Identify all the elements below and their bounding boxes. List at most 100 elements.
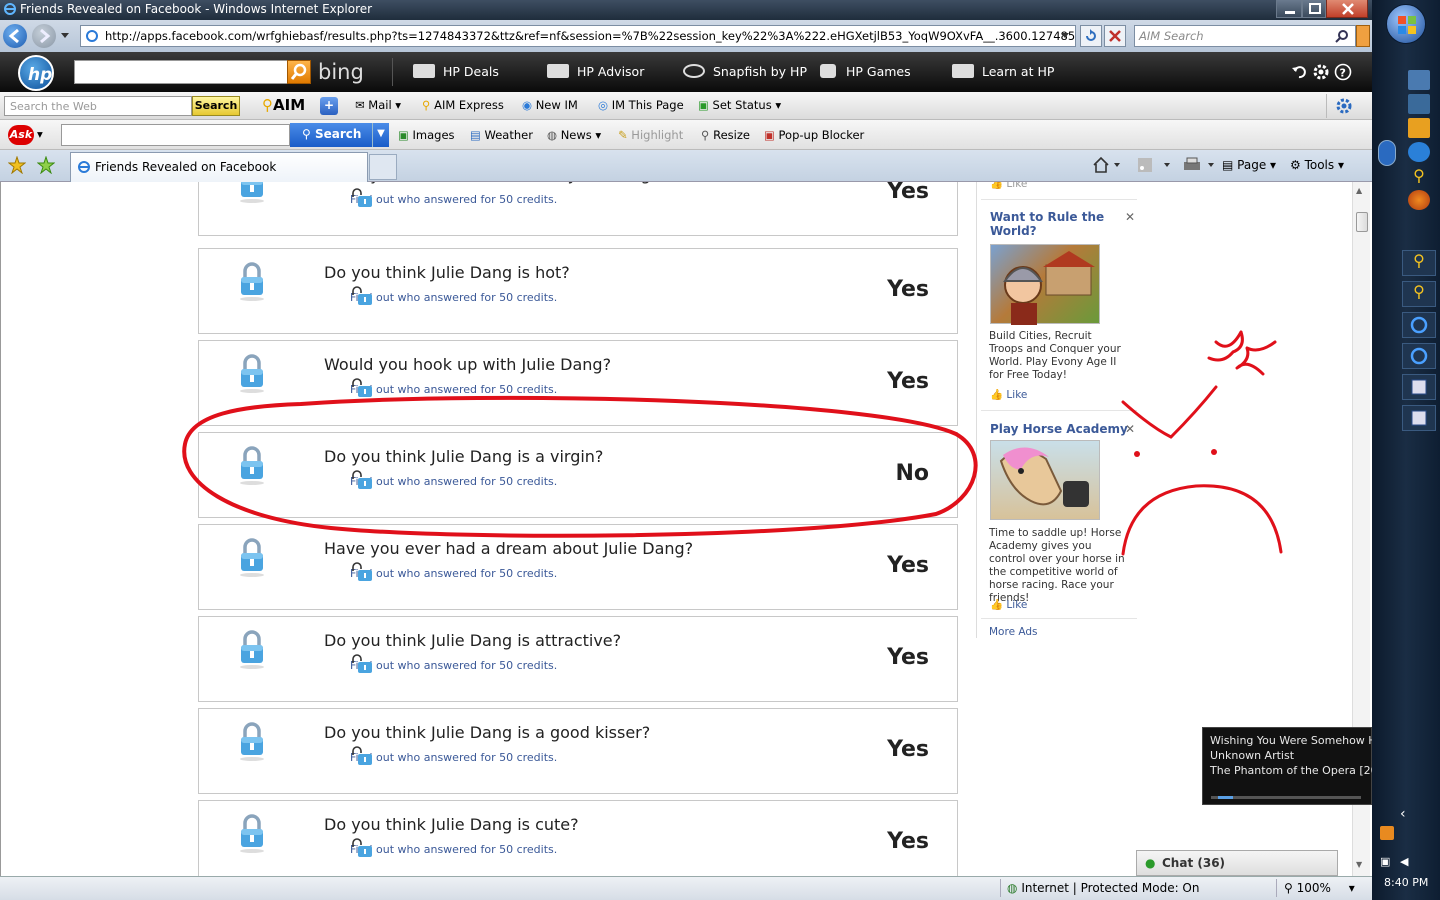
new-im-button[interactable]: ◉ New IM (522, 98, 578, 112)
undo-icon[interactable] (1290, 63, 1308, 81)
aim-icon[interactable]: ⚲ (1408, 166, 1430, 186)
favorites-star-icon[interactable] (8, 156, 26, 174)
tools-menu[interactable]: ⚙ Tools ▾ (1290, 158, 1344, 172)
taskbar-ie-1[interactable] (1402, 312, 1436, 338)
learn-at-hp-link[interactable]: Learn at HP (952, 64, 1054, 79)
taskbar-word-1[interactable] (1402, 374, 1436, 400)
ie-icon[interactable] (1408, 142, 1430, 162)
aim-web-search-input[interactable]: Search the Web (4, 96, 192, 116)
zoom-control[interactable]: ⚲ 100% ▾ (1284, 881, 1355, 895)
aim-search-button[interactable]: Search (192, 96, 240, 116)
ask-logo[interactable]: Ask (8, 125, 34, 145)
refresh-icon (1086, 29, 1096, 41)
highlight-button[interactable]: ✎ Highlight (618, 128, 683, 142)
internet-zone[interactable]: ◍ Internet | Protected Mode: On (1007, 881, 1199, 895)
ask-search-input[interactable] (61, 124, 290, 146)
show-hidden-icons[interactable]: ‹ (1400, 806, 1406, 822)
taskbar-ie-2[interactable] (1402, 343, 1436, 369)
print-icon[interactable] (1182, 156, 1218, 174)
ie-icon (77, 160, 91, 174)
popup-blocker-button[interactable]: ▣ Pop-up Blocker (764, 128, 864, 142)
add-favorite-icon[interactable] (37, 156, 55, 174)
hp-deals-link[interactable]: HP Deals (413, 64, 499, 79)
aim-settings-button[interactable] (1326, 94, 1360, 118)
media-progress-track[interactable] (1211, 796, 1361, 799)
scroll-down-arrow-icon[interactable]: ▼ (1356, 860, 1362, 869)
weather-button[interactable]: ▤ Weather (470, 128, 533, 142)
home-icon[interactable] (1092, 156, 1122, 174)
new-tab-button[interactable] (369, 154, 397, 180)
learn-at-hp-label: Learn at HP (982, 64, 1055, 79)
aim-express-button[interactable]: ⚲ AIM Express (422, 98, 504, 112)
facebook-chat-bar[interactable]: ● Chat (36) (1136, 850, 1338, 876)
zoom-icon: ⚲ (1284, 881, 1293, 895)
media-track-album: The Phantom of the Opera [2004 (1210, 764, 1392, 777)
tray-app-icon[interactable] (1380, 826, 1394, 840)
hp-games-link[interactable]: HP Games (820, 64, 911, 79)
add-icon[interactable]: + (320, 97, 338, 115)
news-label: News (560, 128, 592, 142)
feeds-icon[interactable] (1136, 156, 1172, 174)
address-dropdown[interactable] (1060, 32, 1070, 40)
angry-face-eye-right (1211, 449, 1217, 455)
history-dropdown[interactable] (60, 32, 70, 40)
news-button[interactable]: ◍ News ▾ (547, 128, 601, 142)
page-menu[interactable]: ▤ Page ▾ (1222, 158, 1276, 172)
hp-icon (413, 64, 435, 78)
aim-logo[interactable]: ⚲AIM (262, 96, 305, 114)
stop-button[interactable] (1104, 25, 1126, 47)
refresh-button[interactable] (1080, 25, 1102, 47)
taskbar-aim-1[interactable]: ⚲ (1402, 250, 1436, 276)
minimize-button[interactable] (1276, 0, 1302, 18)
images-button[interactable]: ▣ Images (398, 128, 455, 142)
tray-network-icon[interactable]: ▣ (1380, 855, 1390, 868)
im-this-page-button[interactable]: ◎ IM This Page (598, 98, 684, 112)
set-status-button[interactable]: ▣ Set Status ▾ (698, 98, 781, 112)
images-label: Images (412, 128, 455, 142)
ask-search-button[interactable]: ⚲ Search (290, 123, 372, 147)
page-content: Have you ever had a crush on Julie Dang?… (0, 182, 1372, 876)
aim-search-input[interactable]: AIM Search (1134, 25, 1356, 47)
tools-menu-label: Tools (1304, 158, 1335, 172)
search-options-dropdown[interactable] (1356, 25, 1370, 47)
hp-advisor-link[interactable]: HP Advisor (547, 64, 644, 79)
aim-label: AIM (273, 96, 306, 114)
switch-windows-icon[interactable] (1408, 94, 1430, 114)
scroll-up-arrow-icon[interactable]: ▲ (1356, 186, 1362, 195)
hp-search-input[interactable] (74, 60, 288, 84)
ask-search-dropdown[interactable]: ▼ (372, 123, 389, 147)
mail-button[interactable]: ✉ Mail ▾ (355, 98, 401, 112)
close-button[interactable] (1326, 0, 1368, 18)
show-desktop-icon[interactable] (1408, 70, 1430, 90)
resize-button[interactable]: ⚲ Resize (701, 128, 750, 142)
help-icon[interactable]: ? (1334, 63, 1352, 81)
magnifier-icon: ⚲ (701, 128, 714, 142)
tray-volume-icon[interactable]: ◀ (1400, 855, 1408, 868)
address-input[interactable]: http://apps.facebook.com/wrfghiebasf/res… (80, 25, 1076, 47)
weather-label: Weather (484, 128, 533, 142)
maximize-button[interactable] (1302, 0, 1326, 18)
start-button[interactable] (1386, 4, 1426, 44)
bing-logo: bing (318, 60, 364, 84)
snapfish-link[interactable]: Snapfish by HP (683, 64, 807, 79)
tab-friends-revealed[interactable]: Friends Revealed on Facebook (70, 152, 368, 182)
media-player-popup[interactable]: Wishing You Were Somehow Here Again Unkn… (1202, 727, 1429, 805)
taskbar-word-2[interactable] (1402, 405, 1436, 431)
status-icon: ▣ (698, 98, 713, 112)
clock[interactable]: 8:40 PM (1384, 876, 1428, 889)
title-bar: Friends Revealed on Facebook - Windows I… (0, 0, 1372, 20)
hp-logo[interactable]: hp (18, 55, 54, 91)
pause-button[interactable] (1378, 140, 1396, 166)
search-icon[interactable] (1335, 29, 1349, 43)
taskbar-aim-2[interactable]: ⚲ (1402, 281, 1436, 307)
red-circle-annotation (182, 395, 978, 538)
ask-menu-dropdown[interactable]: ▾ (37, 127, 43, 141)
back-button[interactable] (3, 24, 27, 48)
scroll-thumb[interactable] (1356, 212, 1368, 232)
hp-search-button[interactable] (287, 60, 311, 84)
zoom-level: 100% (1296, 881, 1331, 895)
forward-button[interactable] (32, 24, 56, 48)
media-player-icon[interactable] (1408, 118, 1430, 138)
firefox-icon[interactable] (1408, 190, 1430, 210)
gear-icon[interactable] (1312, 63, 1330, 81)
